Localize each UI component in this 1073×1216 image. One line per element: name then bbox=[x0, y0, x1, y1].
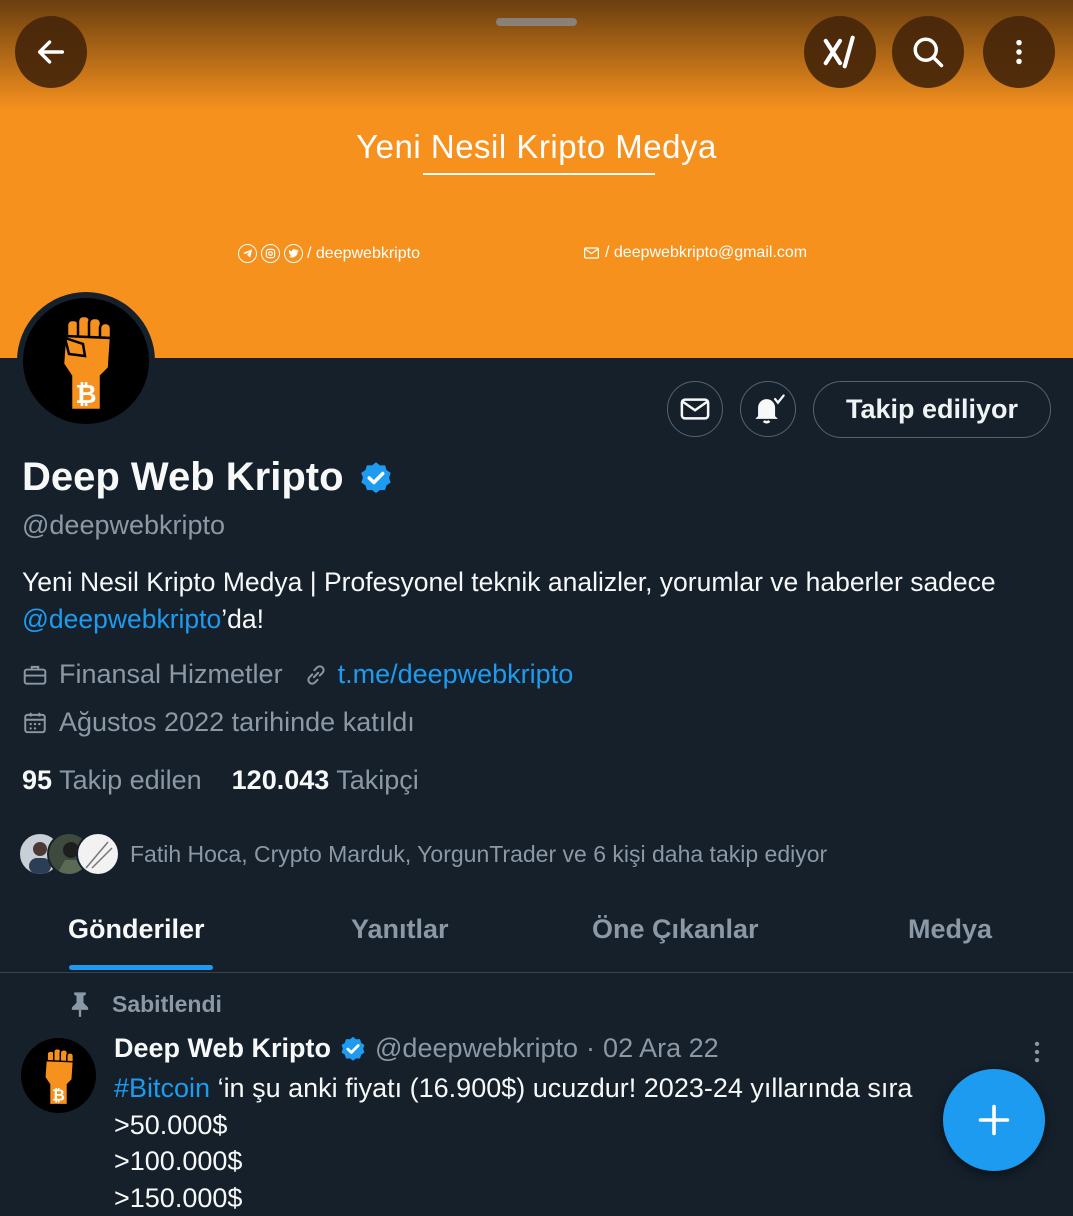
tweet-date[interactable]: 02 Ara 22 bbox=[603, 1033, 719, 1064]
tweet-author-handle[interactable]: @deepwebkripto bbox=[375, 1033, 578, 1064]
following-label: Takip edilen bbox=[59, 765, 202, 795]
tweet-body: #Bitcoin ‘in şu anki fiyatı (16.900$) uc… bbox=[114, 1070, 1073, 1216]
tab-posts[interactable]: Gönderiler bbox=[68, 914, 205, 945]
banner-social-links: / deepwebkripto bbox=[238, 244, 420, 263]
fist-bitcoin-logo: ₿ bbox=[23, 298, 149, 424]
back-button[interactable] bbox=[15, 16, 87, 88]
tweet-text-line: >100.000$ bbox=[114, 1143, 1073, 1180]
followers-label: Takipçi bbox=[336, 765, 419, 795]
following-count: 95 bbox=[22, 765, 52, 795]
notifications-button[interactable] bbox=[740, 381, 796, 437]
banner-mail-text: / deepwebkripto@gmail.com bbox=[605, 244, 807, 262]
following-button[interactable]: Takip ediliyor bbox=[813, 381, 1051, 438]
plus-icon bbox=[976, 1102, 1012, 1138]
pinned-label: Sabitlendi bbox=[112, 991, 222, 1018]
more-options-button[interactable] bbox=[983, 16, 1055, 88]
tweet-header: Deep Web Kripto @deepwebkripto · 02 Ara … bbox=[114, 1033, 719, 1064]
bio-mention-link[interactable]: @deepwebkripto bbox=[22, 604, 221, 634]
bell-check-icon bbox=[751, 392, 785, 426]
profile-tabs: Gönderiler Yanıtlar Öne Çıkanlar Medya bbox=[0, 890, 1073, 973]
banner-underline bbox=[423, 173, 655, 175]
followers-count: 120.043 bbox=[232, 765, 330, 795]
profile-website-link[interactable]: t.me/deepwebkripto bbox=[338, 659, 574, 690]
message-button[interactable] bbox=[667, 381, 723, 437]
banner-social-text: / deepwebkripto bbox=[307, 245, 420, 263]
more-vertical-icon bbox=[1004, 37, 1034, 67]
verified-badge-icon[interactable] bbox=[358, 460, 394, 496]
more-vertical-icon bbox=[1024, 1038, 1050, 1066]
calendar-icon bbox=[22, 710, 48, 736]
tweet-text-line: ‘in şu anki fiyatı (16.900$) ucuzdur! 20… bbox=[210, 1073, 912, 1103]
profile-joined-row: Ağustos 2022 tarihinde katıldı bbox=[22, 707, 415, 738]
tweet-separator: · bbox=[586, 1033, 595, 1064]
profile-name-row: Deep Web Kripto bbox=[22, 455, 394, 500]
twitter-icon bbox=[284, 244, 303, 263]
envelope-icon bbox=[680, 397, 710, 421]
banner-title: Yeni Nesil Kripto Medya bbox=[0, 128, 1073, 166]
link-icon bbox=[303, 662, 329, 688]
tweet-text-line: >50.000$ bbox=[114, 1107, 1073, 1144]
grok-button[interactable] bbox=[804, 16, 876, 88]
telegram-icon bbox=[238, 244, 257, 263]
instagram-icon bbox=[261, 244, 280, 263]
tab-media[interactable]: Medya bbox=[908, 914, 992, 945]
search-button[interactable] bbox=[892, 16, 964, 88]
pinned-label-row: Sabitlendi bbox=[68, 990, 222, 1018]
followers-stat[interactable]: 120.043 Takipçi bbox=[232, 765, 419, 796]
profile-handle: @deepwebkripto bbox=[22, 510, 225, 541]
briefcase-icon bbox=[22, 662, 48, 688]
compose-post-button[interactable] bbox=[943, 1069, 1045, 1171]
active-tab-indicator bbox=[69, 965, 213, 970]
profile-bio: Yeni Nesil Kripto Medya | Profesyonel te… bbox=[22, 564, 1042, 638]
tab-replies[interactable]: Yanıtlar bbox=[351, 914, 449, 945]
following-stat[interactable]: 95 Takip edilen bbox=[22, 765, 202, 796]
followed-by-text: Fatih Hoca, Crypto Marduk, YorgunTrader … bbox=[130, 841, 827, 868]
grok-icon bbox=[821, 33, 859, 71]
tab-highlights[interactable]: Öne Çıkanlar bbox=[592, 914, 759, 945]
mail-icon bbox=[584, 247, 599, 259]
followed-by-row[interactable]: Fatih Hoca, Crypto Marduk, YorgunTrader … bbox=[18, 832, 827, 876]
pin-icon bbox=[68, 990, 92, 1018]
profile-category: Finansal Hizmetler bbox=[59, 659, 283, 690]
tweet-author-avatar[interactable]: ₿ bbox=[21, 1038, 96, 1113]
tweet-text-line: >150.000$ bbox=[114, 1180, 1073, 1216]
search-icon bbox=[910, 34, 946, 70]
tweet-line: #Bitcoin ‘in şu anki fiyatı (16.900$) uc… bbox=[114, 1070, 1073, 1107]
profile-avatar[interactable]: ₿ bbox=[17, 292, 155, 430]
tweet-hashtag-link[interactable]: #Bitcoin bbox=[114, 1073, 210, 1103]
bio-suffix: ’da! bbox=[221, 604, 264, 634]
tweet-author-name[interactable]: Deep Web Kripto bbox=[114, 1033, 331, 1064]
bio-text: Yeni Nesil Kripto Medya | Profesyonel te… bbox=[22, 567, 996, 597]
verified-badge-icon bbox=[339, 1035, 367, 1063]
follower-avatar bbox=[76, 832, 120, 876]
banner-mail: / deepwebkripto@gmail.com bbox=[584, 244, 807, 262]
profile-stats: 95 Takip edilen 120.043 Takipçi bbox=[22, 765, 419, 796]
profile-meta-row: Finansal Hizmetler t.me/deepwebkripto bbox=[22, 659, 573, 690]
profile-joined-date: Ağustos 2022 tarihinde katıldı bbox=[59, 707, 415, 738]
arrow-left-icon bbox=[34, 35, 68, 69]
drag-handle[interactable] bbox=[496, 18, 577, 26]
tweet-more-button[interactable] bbox=[1024, 1038, 1050, 1071]
svg-text:₿: ₿ bbox=[75, 379, 96, 409]
profile-name: Deep Web Kripto bbox=[22, 455, 344, 500]
svg-text:₿: ₿ bbox=[52, 1088, 65, 1105]
